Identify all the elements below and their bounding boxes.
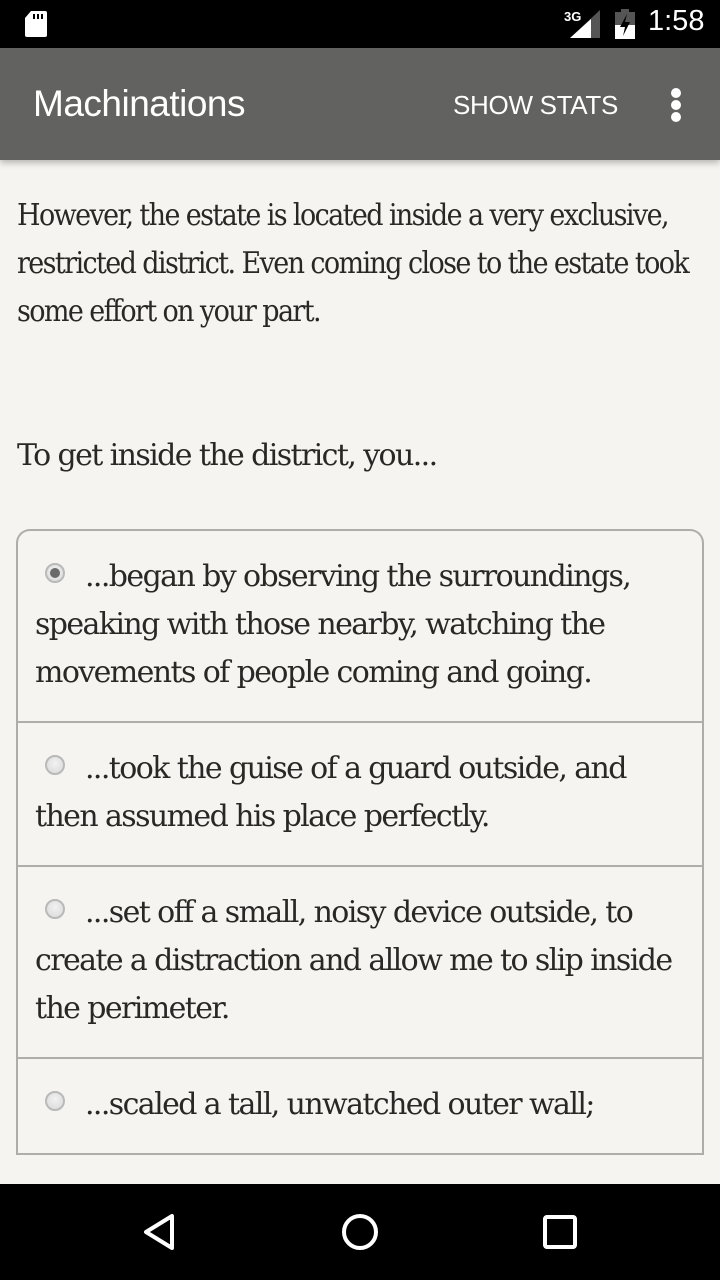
show-stats-button[interactable]: SHOW STATS (453, 90, 618, 121)
story-passage: However, the estate is located inside a … (17, 198, 690, 329)
cell-signal-icon (570, 10, 600, 38)
choice-text: ...began by observing the surroundings, … (35, 559, 632, 690)
navigation-bar (0, 1184, 720, 1280)
back-icon[interactable] (136, 1208, 184, 1256)
sd-card-icon (25, 11, 47, 37)
radio-button-selected[interactable] (45, 563, 65, 583)
battery-charging-icon (615, 9, 635, 39)
choice-option[interactable]: ...began by observing the surroundings, … (18, 531, 702, 723)
choice-text: ...scaled a tall, unwatched outer wall; (85, 1087, 595, 1122)
choice-option[interactable]: ...set off a small, noisy device outside… (18, 867, 702, 1059)
radio-button[interactable] (45, 755, 65, 775)
story-prompt: To get inside the district, you... (17, 438, 438, 473)
choice-text: ...set off a small, noisy device outside… (35, 895, 673, 1026)
status-bar: 3G 1:58 (0, 0, 720, 48)
choice-option[interactable]: ...took the guise of a guard outside, an… (18, 723, 702, 867)
choice-text: ...took the guise of a guard outside, an… (35, 751, 627, 834)
recents-icon[interactable] (536, 1208, 584, 1256)
home-icon[interactable] (336, 1208, 384, 1256)
app-title: Machinations (33, 83, 246, 124)
app-toolbar: Machinations SHOW STATS (0, 48, 720, 160)
choice-list: ...began by observing the surroundings, … (16, 529, 704, 1155)
more-vert-icon[interactable] (660, 84, 692, 124)
story-content[interactable]: However, the estate is located inside a … (0, 160, 720, 1184)
radio-button[interactable] (45, 1091, 65, 1111)
radio-button[interactable] (45, 899, 65, 919)
choice-option[interactable]: ...scaled a tall, unwatched outer wall; (18, 1059, 702, 1155)
clock: 1:58 (648, 5, 705, 37)
